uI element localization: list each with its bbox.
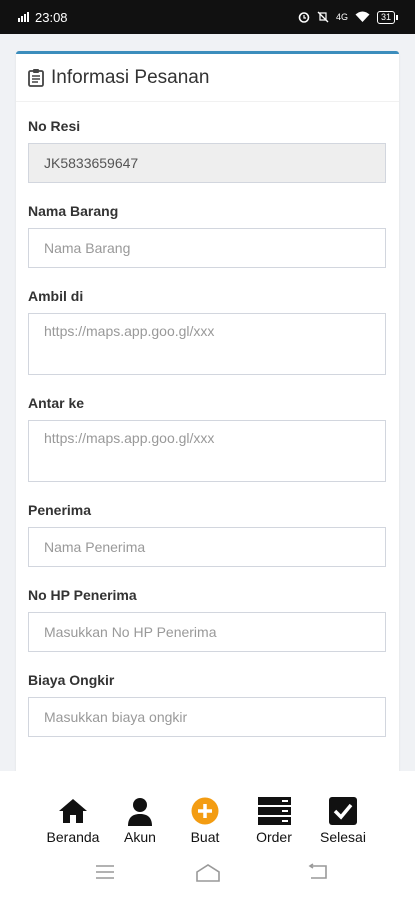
antar-ke-label: Antar ke: [28, 395, 85, 411]
main-content: Informasi Pesanan No Resi Nama Barang Am…: [0, 34, 415, 771]
ambil-di-group: Ambil di: [28, 285, 386, 375]
nav-label-buat: Buat: [190, 829, 220, 845]
back-icon[interactable]: [306, 863, 328, 881]
nav-item-buat[interactable]: Buat: [170, 795, 240, 845]
nama-barang-input[interactable]: [28, 228, 386, 268]
nav-item-akun[interactable]: Akun: [105, 795, 175, 845]
penerima-label: Penerima: [28, 502, 92, 518]
network-type: 4G: [335, 12, 348, 22]
home-outline-icon[interactable]: [195, 863, 221, 883]
bottom-nav: Beranda Akun Buat Order Selesai: [0, 771, 415, 900]
server-icon: [257, 797, 291, 825]
antar-ke-textarea[interactable]: [28, 420, 386, 482]
antar-ke-group: Antar ke: [28, 392, 386, 482]
user-icon: [128, 797, 152, 826]
no-resi-input[interactable]: [28, 143, 386, 183]
biaya-ongkir-input[interactable]: [28, 697, 386, 737]
ambil-di-label: Ambil di: [28, 288, 84, 304]
nav-item-order[interactable]: Order: [239, 795, 309, 845]
ambil-di-textarea[interactable]: [28, 313, 386, 375]
mute-icon: [317, 11, 329, 23]
nama-barang-group: Nama Barang: [28, 200, 386, 268]
system-nav-bar: [0, 863, 415, 887]
no-hp-input[interactable]: [28, 612, 386, 652]
nav-label-akun: Akun: [124, 829, 156, 845]
penerima-input[interactable]: [28, 527, 386, 567]
card-title: Informasi Pesanan: [51, 66, 210, 88]
nav-label-order: Order: [256, 829, 292, 845]
status-bar: 23:08 4G 31: [0, 0, 415, 34]
alarm-icon: [298, 12, 310, 23]
penerima-group: Penerima: [28, 499, 386, 567]
no-hp-group: No HP Penerima: [28, 584, 386, 652]
no-hp-label: No HP Penerima: [28, 587, 137, 603]
biaya-ongkir-label: Biaya Ongkir: [28, 672, 115, 688]
status-time: 23:08: [35, 9, 68, 25]
nama-barang-label: Nama Barang: [28, 203, 119, 219]
card-header: Informasi Pesanan: [16, 54, 399, 102]
clipboard-icon: [28, 69, 44, 87]
nav-item-selesai[interactable]: Selesai: [308, 795, 378, 845]
signal-icon: [18, 12, 29, 22]
check-square-icon: [329, 797, 357, 825]
wifi-icon: [355, 11, 370, 22]
no-resi-group: No Resi: [28, 115, 386, 183]
battery-icon: 31: [376, 10, 399, 24]
nav-label-beranda: Beranda: [46, 829, 100, 845]
home-icon: [59, 799, 87, 823]
no-resi-label: No Resi: [28, 118, 81, 134]
biaya-ongkir-group: Biaya Ongkir: [28, 669, 386, 737]
order-info-card: Informasi Pesanan No Resi Nama Barang Am…: [16, 51, 399, 771]
menu-icon[interactable]: [95, 863, 115, 881]
nav-label-selesai: Selesai: [320, 829, 366, 845]
plus-circle-icon: [191, 797, 219, 825]
nav-item-beranda[interactable]: Beranda: [38, 795, 108, 845]
